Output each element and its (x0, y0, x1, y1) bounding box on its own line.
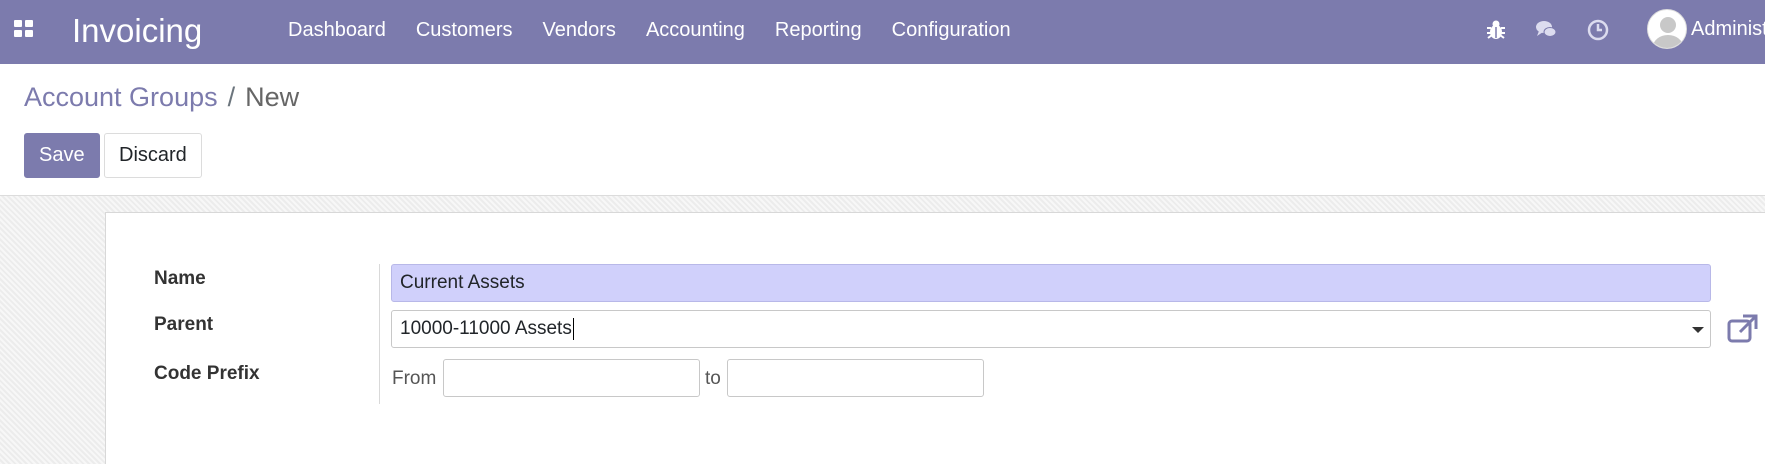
menu-item-accounting[interactable]: Accounting (646, 0, 745, 64)
menu-item-reporting[interactable]: Reporting (775, 0, 862, 64)
clock-icon[interactable] (1586, 18, 1610, 42)
parent-label: Parent (154, 314, 214, 335)
name-label: Name (154, 268, 206, 289)
breadcrumb: Account Groups / New (24, 82, 299, 113)
name-field[interactable]: Current Assets (391, 264, 1711, 302)
code-from-input[interactable] (443, 359, 700, 397)
apps-icon[interactable] (14, 20, 34, 38)
app-brand[interactable]: Invoicing (72, 12, 202, 50)
menu-item-vendors[interactable]: Vendors (543, 0, 616, 64)
chat-icon[interactable] (1534, 18, 1558, 42)
breadcrumb-separator: / (227, 82, 236, 112)
user-name: Administ (1691, 17, 1765, 40)
code-to-input[interactable] (727, 359, 984, 397)
top-navbar: Invoicing Dashboard Customers Vendors Ac… (0, 0, 1765, 64)
parent-value: 10000-11000 Assets (400, 318, 572, 339)
from-label: From (392, 368, 437, 389)
main-menu: Dashboard Customers Vendors Accounting R… (288, 0, 1041, 64)
menu-item-dashboard[interactable]: Dashboard (288, 0, 386, 64)
discard-button[interactable]: Discard (104, 133, 202, 178)
chevron-down-icon[interactable] (1692, 327, 1704, 333)
menu-item-customers[interactable]: Customers (416, 0, 513, 64)
user-menu[interactable]: Administ (1647, 9, 1765, 49)
control-panel: Account Groups / New Save Discard (0, 64, 1765, 196)
avatar (1647, 9, 1687, 49)
parent-select[interactable]: 10000-11000 Assets (391, 310, 1711, 348)
external-link-icon[interactable] (1727, 314, 1759, 344)
save-button[interactable]: Save (24, 133, 100, 178)
breadcrumb-current: New (245, 82, 300, 112)
name-value: Current Assets (400, 272, 525, 293)
menu-item-configuration[interactable]: Configuration (892, 0, 1011, 64)
to-label: to (705, 368, 721, 389)
breadcrumb-account-groups[interactable]: Account Groups (24, 82, 218, 113)
code-prefix-label: Code Prefix (154, 363, 260, 384)
text-cursor (572, 317, 574, 340)
bug-icon[interactable] (1484, 18, 1508, 42)
form-divider (379, 264, 380, 404)
